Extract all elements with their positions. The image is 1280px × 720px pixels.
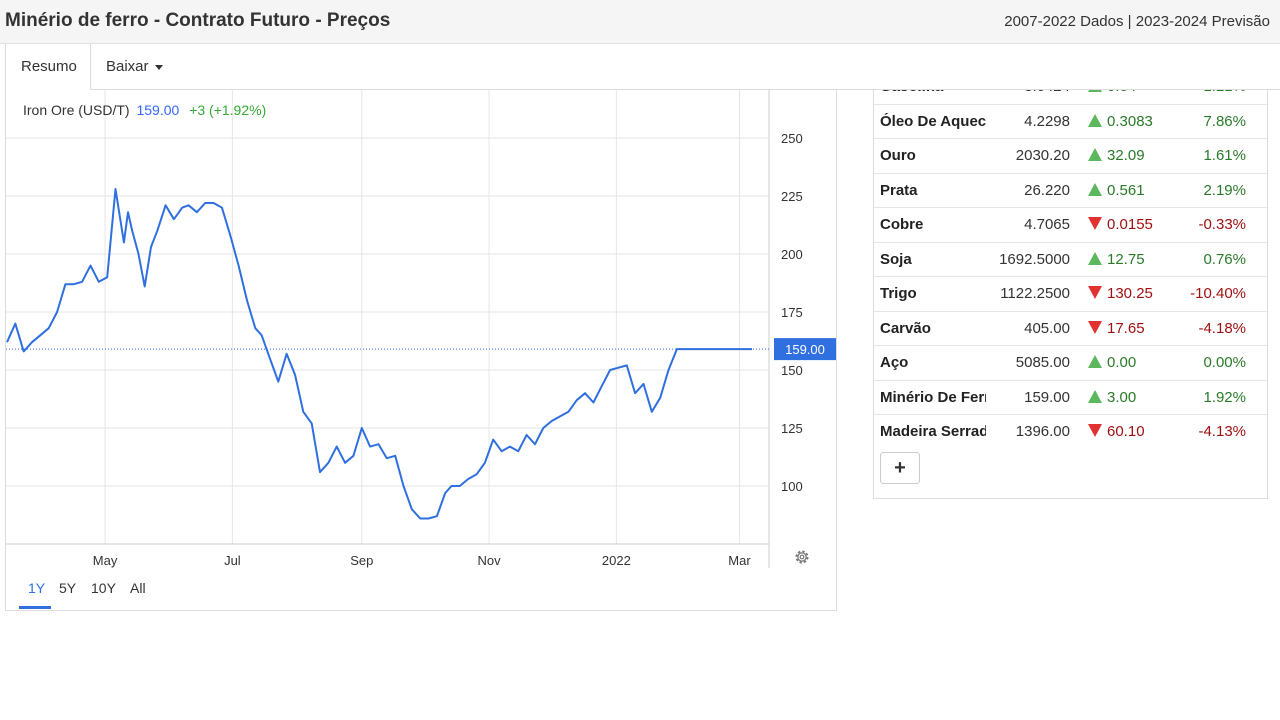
table-row[interactable]: Trigo 1122.2500 130.25 -10.40% [874, 276, 1267, 311]
arrow-down-icon [1088, 286, 1102, 299]
add-commodity-button[interactable]: + [880, 452, 920, 484]
y-tick-label: 100 [781, 479, 803, 494]
commodity-price: 405.00 [1024, 319, 1070, 337]
commodity-change-percent: -10.40% [1190, 285, 1246, 302]
commodity-name[interactable]: Prata [880, 182, 986, 199]
commodity-change-percent: 2.19% [1203, 181, 1246, 199]
tab-label: Baixar [106, 58, 149, 75]
y-tick-label: 175 [781, 305, 803, 320]
table-row[interactable]: Gasolina3.04240.041.21% [874, 90, 1267, 104]
arrow-up-icon [1088, 355, 1102, 368]
series-line[interactable] [6, 188, 752, 520]
chart-panel: 100 125 150 175 200 225 250 May Jul Sep Nov 2022 Mar… [5, 90, 837, 611]
table-row[interactable]: Madeira Serrada 1396.00 60.10 -4.13% [874, 414, 1267, 449]
caret-down-icon [154, 64, 163, 70]
y-tick-label: 250 [781, 131, 803, 146]
y-tick-label: 150 [781, 363, 803, 378]
table-row[interactable]: Prata 26.220 0.561 2.19% [874, 172, 1267, 208]
tab-label: Resumo [21, 58, 77, 75]
table-row[interactable]: Cobre 4.7065 0.0155 -0.33% [874, 207, 1267, 242]
commodity-change-percent: 7.86% [1203, 112, 1246, 130]
range-button-10y[interactable]: 10Y [91, 580, 116, 596]
commodity-name[interactable]: Ouro [880, 147, 986, 164]
commodity-change-percent: -4.13% [1198, 423, 1246, 440]
commodity-change-percent: -0.33% [1198, 216, 1246, 233]
table-row[interactable]: Minério De Ferro159.003.001.92% [874, 379, 1267, 415]
gear-icon[interactable] [793, 548, 811, 566]
commodity-name[interactable]: Trigo [880, 285, 986, 302]
arrow-up-icon [1088, 113, 1102, 127]
tab-baixar-dropdown[interactable]: Baixar [91, 44, 178, 90]
current-price-label: 159.00 [785, 342, 825, 357]
arrow-up-icon [1088, 182, 1102, 196]
x-tick-label: Mar [728, 553, 751, 568]
commodity-price: 5085.00 [1015, 354, 1070, 371]
table-row[interactable]: Carvão 405.00 17.65 -4.18% [874, 310, 1267, 346]
commodity-name[interactable]: Gasolina [880, 90, 986, 95]
commodity-change-percent: 0.00% [1203, 354, 1246, 371]
y-tick-label: 125 [781, 421, 803, 436]
commodity-change-percent: 0.76% [1203, 250, 1246, 268]
commodities-table: Gasolina3.04240.041.21% Óleo De Aquecimen… [873, 90, 1268, 499]
commodity-name[interactable]: Carvão [880, 320, 986, 337]
commodity-name[interactable]: Soja [880, 251, 986, 268]
commodity-change-percent: -4.18% [1198, 319, 1246, 337]
commodity-price: 159.00 [1024, 388, 1070, 406]
arrow-down-icon [1088, 424, 1102, 437]
legend-series-name: Iron Ore (USD/T) [23, 102, 130, 118]
y-tick-label: 200 [781, 247, 803, 262]
x-tick-label: May [93, 553, 118, 568]
x-tick-label: Nov [477, 553, 501, 568]
commodity-price: 2030.20 [1015, 147, 1070, 164]
y-tick-label: 225 [781, 189, 803, 204]
commodity-change-percent: 1.61% [1203, 147, 1246, 164]
commodity-price: 1122.2500 [1000, 285, 1070, 302]
table-row[interactable]: Aço 5085.00 0.00 0.00% [874, 345, 1267, 380]
range-button-5y[interactable]: 5Y [59, 580, 76, 596]
arrow-up-icon [1088, 90, 1102, 92]
commodity-price: 1692.5000 [999, 250, 1070, 268]
price-chart[interactable]: 100 125 150 175 200 225 250 May Jul Sep Nov 2022 Mar… [6, 90, 838, 580]
table-row[interactable]: Ouro 2030.20 32.09 1.61% [874, 138, 1267, 173]
commodity-price: 4.7065 [1024, 216, 1070, 233]
range-button-1y[interactable]: 1Y [28, 580, 45, 596]
legend-change: +3 (+1.92%) [189, 102, 267, 118]
commodity-name[interactable]: Cobre [880, 216, 986, 233]
commodity-name[interactable]: Óleo De Aquecimento [880, 113, 986, 130]
arrow-down-icon [1088, 217, 1102, 230]
tab-resumo[interactable]: Resumo [5, 44, 91, 91]
range-button-all[interactable]: All [130, 580, 146, 596]
arrow-up-icon [1088, 389, 1102, 403]
arrow-up-icon [1088, 251, 1102, 265]
x-tick-label: Jul [224, 553, 241, 568]
data-range-info: 2007-2022 Dados | 2023-2024 Previsão [1004, 13, 1270, 30]
commodity-name[interactable]: Madeira Serrada [880, 423, 986, 440]
commodity-name[interactable]: Minério De Ferro [880, 389, 986, 406]
commodity-price: 1396.00 [1015, 423, 1070, 440]
active-range-indicator [19, 606, 51, 609]
arrow-up-icon [1088, 148, 1102, 161]
commodity-name[interactable]: Aço [880, 354, 986, 371]
x-tick-label: 2022 [602, 553, 631, 568]
arrow-down-icon [1088, 320, 1102, 334]
page-title: Minério de ferro - Contrato Futuro - Pre… [5, 10, 391, 31]
table-row[interactable]: Soja 1692.5000 12.75 0.76% [874, 241, 1267, 277]
legend-price: 159.00 [136, 102, 180, 118]
tab-bar: Resumo Baixar [5, 44, 1280, 91]
commodity-price: 3.0424 [986, 90, 1070, 95]
x-tick-label: Sep [350, 553, 373, 568]
table-row[interactable]: Óleo De Aquecimento4.22980.30837.86% [874, 103, 1267, 139]
commodity-price: 26.220 [1024, 181, 1070, 199]
commodity-change-percent: 1.21% [1164, 90, 1246, 95]
commodity-price: 4.2298 [1024, 112, 1070, 130]
chart-legend: Iron Ore (USD/T) 159.00 +3 (+1.92%) [23, 102, 266, 118]
commodity-change-percent: 1.92% [1203, 388, 1246, 406]
header-bar: Minério de ferro - Contrato Futuro - Pre… [0, 0, 1280, 44]
